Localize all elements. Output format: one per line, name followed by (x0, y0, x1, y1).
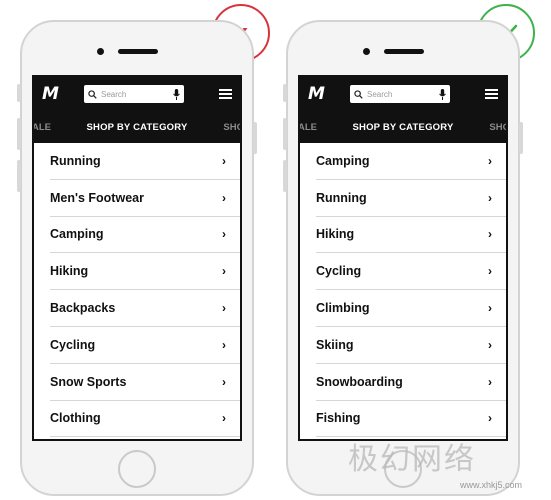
search-icon (354, 89, 363, 99)
phone-side-button (17, 160, 21, 192)
speaker (118, 49, 158, 54)
category-tab-bar: ALE SHOP BY CATEGORY SHO (34, 111, 240, 143)
top-bar: M Search (300, 77, 506, 111)
hamburger-menu-icon[interactable] (219, 89, 232, 99)
phone-side-button (253, 122, 257, 154)
search-icon (88, 89, 97, 99)
list-item[interactable]: Snowboarding › (316, 364, 506, 401)
category-list: Camping › Running › Hiking › Cycling › Climb… (300, 143, 506, 438)
tab-next[interactable]: SHO (489, 122, 506, 133)
watermark-url: www.xhkj5.com (460, 480, 523, 490)
microphone-icon[interactable] (439, 88, 446, 100)
list-item-label: Cycling (50, 337, 96, 352)
list-item-label: Cycling (316, 264, 362, 279)
watermark-text: 极幻网络 (348, 442, 476, 477)
list-item-label: Hiking (316, 227, 355, 242)
category-tab-bar: ALE SHOP BY CATEGORY SHO (300, 111, 506, 143)
category-list: Running › Men's Footwear › Camping › Hiking… (34, 143, 240, 438)
phone-screen: M Search ALE SHOP BY CATEGORY SHO Campin… (298, 75, 508, 441)
chevron-right-icon: › (222, 374, 226, 389)
chevron-right-icon: › (222, 411, 226, 426)
camera (97, 48, 104, 55)
chevron-right-icon: › (488, 264, 492, 279)
chevron-right-icon: › (222, 190, 226, 205)
list-item[interactable]: Climbing › (316, 290, 506, 327)
list-item[interactable]: Skiing › (316, 327, 506, 364)
phone-side-button (17, 118, 21, 150)
list-item[interactable]: Hiking › (50, 253, 240, 291)
chevron-right-icon: › (488, 301, 492, 316)
phone-side-button (283, 84, 287, 102)
list-item[interactable]: Hiking › (316, 217, 506, 254)
list-item-label: Clothing (50, 411, 101, 426)
list-item[interactable]: Backpacks › (50, 290, 240, 327)
brand-logo[interactable]: M (42, 84, 80, 104)
chevron-right-icon: › (222, 301, 226, 316)
chevron-right-icon: › (222, 153, 226, 168)
list-item-label: Climbing (316, 301, 370, 316)
search-placeholder: Search (101, 89, 127, 99)
list-item[interactable]: Snow Sports › (50, 364, 240, 401)
chevron-right-icon: › (488, 374, 492, 389)
tab-shop-by-category[interactable]: SHOP BY CATEGORY (34, 122, 240, 133)
hamburger-menu-icon[interactable] (485, 89, 498, 99)
phone-side-button (519, 122, 523, 154)
phone-screen: M Search ALE SHOP BY CATEGORY SHO Runnin… (32, 75, 242, 441)
list-item-label: Hiking (50, 264, 89, 279)
tab-next[interactable]: SHO (223, 122, 240, 133)
chevron-right-icon: › (222, 337, 226, 352)
list-item[interactable]: Camping › (50, 217, 240, 254)
list-item[interactable]: Cycling › (316, 253, 506, 291)
list-item-label: Backpacks (50, 301, 116, 316)
brand-logo[interactable]: M (308, 84, 346, 104)
chevron-right-icon: › (488, 227, 492, 242)
chevron-right-icon: › (488, 337, 492, 352)
list-item[interactable]: Cycling › (50, 327, 240, 364)
search-input[interactable]: Search (350, 85, 450, 103)
list-item-label: Snowboarding (316, 374, 403, 389)
chevron-right-icon: › (488, 411, 492, 426)
search-input[interactable]: Search (84, 85, 184, 103)
chevron-right-icon: › (488, 153, 492, 168)
camera (363, 48, 370, 55)
list-item[interactable]: Men's Footwear › (50, 180, 240, 217)
phone-side-button (283, 118, 287, 150)
list-item[interactable]: Running › (50, 143, 240, 180)
list-item-label: Men's Footwear (50, 190, 144, 205)
list-item-label: Skiing (316, 337, 354, 352)
list-item-label: Fishing (316, 411, 361, 426)
list-item-label: Running (50, 153, 101, 168)
list-item-label: Camping (316, 153, 370, 168)
phone-mockup-good: M Search ALE SHOP BY CATEGORY SHO Campin… (283, 20, 523, 496)
chevron-right-icon: › (488, 190, 492, 205)
list-item[interactable]: Clothing › (50, 401, 240, 438)
list-item-label: Camping (50, 227, 104, 242)
list-item[interactable]: Camping › (316, 143, 506, 180)
speaker (384, 49, 424, 54)
phone-side-button (283, 160, 287, 192)
phone-mockup-bad: M Search ALE SHOP BY CATEGORY SHO Runnin… (17, 20, 257, 496)
tab-shop-by-category[interactable]: SHOP BY CATEGORY (300, 122, 506, 133)
list-item-label: Running (316, 190, 367, 205)
search-placeholder: Search (367, 89, 393, 99)
microphone-icon[interactable] (173, 88, 180, 100)
phone-side-button (17, 84, 21, 102)
list-item-label: Snow Sports (50, 374, 127, 389)
home-button[interactable] (118, 450, 156, 488)
list-item[interactable]: Running › (316, 180, 506, 217)
chevron-right-icon: › (222, 264, 226, 279)
list-item[interactable]: Fishing › (316, 401, 506, 438)
top-bar: M Search (34, 77, 240, 111)
chevron-right-icon: › (222, 227, 226, 242)
